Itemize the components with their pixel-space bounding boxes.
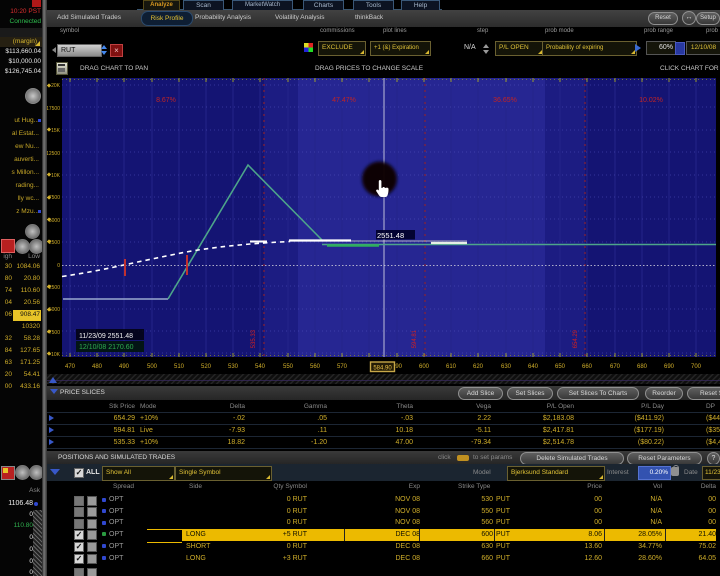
svg-text:570: 570 (337, 364, 348, 370)
svg-text:5000: 5000 (49, 218, 60, 224)
svg-text:0: 0 (57, 263, 60, 269)
svg-text:535.33: 535.33 (251, 329, 257, 348)
svg-text:12/10/08 2170.60: 12/10/08 2170.60 (79, 344, 134, 351)
svg-text:610: 610 (446, 364, 457, 370)
svg-text:10.02%: 10.02% (639, 97, 663, 104)
svg-text:654.29: 654.29 (573, 329, 579, 348)
svg-text:500: 500 (147, 364, 158, 370)
svg-text:470: 470 (65, 364, 76, 370)
svg-text:11/23/09 2551.48: 11/23/09 2551.48 (79, 333, 133, 340)
svg-text:670: 670 (610, 364, 621, 370)
svg-text:-10K: -10K (49, 352, 60, 358)
svg-text:2500: 2500 (49, 240, 60, 246)
svg-text:8.67%: 8.67% (156, 97, 176, 104)
svg-text:540: 540 (255, 364, 266, 370)
svg-text:560: 560 (310, 364, 321, 370)
svg-text:47.47%: 47.47% (332, 97, 356, 104)
svg-text:660: 660 (582, 364, 593, 370)
svg-text:530: 530 (228, 364, 239, 370)
svg-text:490: 490 (119, 364, 130, 370)
svg-text:690: 690 (664, 364, 675, 370)
svg-text:2551.48: 2551.48 (377, 231, 404, 240)
svg-text:650: 650 (555, 364, 566, 370)
svg-text:17500: 17500 (47, 106, 60, 112)
svg-text:640: 640 (528, 364, 539, 370)
svg-text:520: 520 (201, 364, 212, 370)
svg-text:700: 700 (691, 364, 702, 370)
svg-text:680: 680 (637, 364, 648, 370)
svg-text:600: 600 (419, 364, 430, 370)
svg-text:480: 480 (92, 364, 103, 370)
svg-text:15K: 15K (51, 128, 61, 134)
svg-text:510: 510 (174, 364, 185, 370)
svg-text:620: 620 (473, 364, 484, 370)
svg-text:630: 630 (501, 364, 512, 370)
svg-text:584.90: 584.90 (373, 366, 392, 372)
svg-text:594.81: 594.81 (412, 329, 418, 348)
svg-text:12500: 12500 (47, 151, 60, 157)
svg-text:36.65%: 36.65% (493, 97, 517, 104)
svg-text:20K: 20K (51, 83, 61, 89)
svg-text:550: 550 (283, 364, 294, 370)
svg-text:10K: 10K (51, 173, 61, 179)
